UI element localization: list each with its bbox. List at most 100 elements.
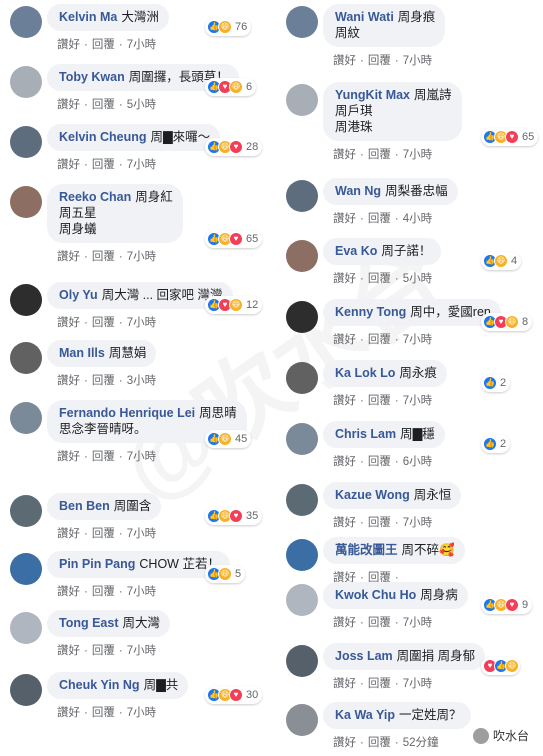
like-link[interactable]: 讚好 xyxy=(57,645,80,657)
commenter-name[interactable]: Chris Lam xyxy=(335,427,396,441)
reply-link[interactable]: 回覆 xyxy=(92,317,115,329)
reply-link[interactable]: 回覆 xyxy=(368,149,391,161)
comment-timestamp[interactable]: 7小時 xyxy=(127,586,156,598)
reply-link[interactable]: 回覆 xyxy=(368,456,391,468)
comment-timestamp[interactable]: 7小時 xyxy=(127,317,156,329)
like-link[interactable]: 讚好 xyxy=(333,273,356,285)
commenter-name[interactable]: Toby Kwan xyxy=(59,70,125,84)
commenter-name[interactable]: Kelvin Ma xyxy=(59,10,117,24)
avatar[interactable] xyxy=(286,539,318,571)
comment-timestamp[interactable]: 5小時 xyxy=(403,273,432,285)
reply-link[interactable]: 回覆 xyxy=(368,213,391,225)
comment-timestamp[interactable]: 7小時 xyxy=(127,39,156,51)
avatar[interactable] xyxy=(286,645,318,677)
avatar[interactable] xyxy=(286,301,318,333)
commenter-name[interactable]: Kazue Wong xyxy=(335,488,410,502)
reply-link[interactable]: 回覆 xyxy=(368,273,391,285)
avatar[interactable] xyxy=(10,126,42,158)
reply-link[interactable]: 回覆 xyxy=(92,375,115,387)
like-link[interactable]: 讚好 xyxy=(333,395,356,407)
comment-timestamp[interactable]: 7小時 xyxy=(403,617,432,629)
reaction-summary[interactable]: 👍 😆 ♥ 35 xyxy=(205,507,263,525)
like-link[interactable]: 讚好 xyxy=(333,737,356,749)
like-link[interactable]: 讚好 xyxy=(57,317,80,329)
commenter-name[interactable]: Oly Yu xyxy=(59,288,98,302)
reply-link[interactable]: 回覆 xyxy=(368,334,391,346)
like-link[interactable]: 讚好 xyxy=(57,707,80,719)
comment-timestamp[interactable]: 7小時 xyxy=(403,395,432,407)
reply-link[interactable]: 回覆 xyxy=(92,99,115,111)
like-link[interactable]: 讚好 xyxy=(57,451,80,463)
commenter-name[interactable]: 萬能改圖王 xyxy=(335,543,398,557)
commenter-name[interactable]: Fernando Henrique Lei xyxy=(59,406,195,420)
like-link[interactable]: 讚好 xyxy=(333,334,356,346)
comment-timestamp[interactable]: 52分鐘 xyxy=(403,737,439,749)
commenter-name[interactable]: Joss Lam xyxy=(335,649,393,663)
avatar[interactable] xyxy=(10,186,42,218)
comment-timestamp[interactable]: 7小時 xyxy=(127,251,156,263)
reaction-summary[interactable]: 👍 😆 ♥ 28 xyxy=(205,138,263,156)
commenter-name[interactable]: Ka Wa Yip xyxy=(335,708,395,722)
reaction-summary[interactable]: 👍 😆 5 xyxy=(205,565,246,583)
like-link[interactable]: 讚好 xyxy=(333,149,356,161)
comment-timestamp[interactable]: 6小時 xyxy=(403,456,432,468)
commenter-name[interactable]: Cheuk Yin Ng xyxy=(59,678,140,692)
comment-timestamp[interactable]: 7小時 xyxy=(403,334,432,346)
like-link[interactable]: 讚好 xyxy=(57,528,80,540)
reply-link[interactable]: 回覆 xyxy=(92,451,115,463)
avatar[interactable] xyxy=(286,484,318,516)
like-link[interactable]: 讚好 xyxy=(333,517,356,529)
reply-link[interactable]: 回覆 xyxy=(92,645,115,657)
avatar[interactable] xyxy=(10,495,42,527)
commenter-name[interactable]: Pin Pin Pang xyxy=(59,557,135,571)
reply-link[interactable]: 回覆 xyxy=(368,395,391,407)
avatar[interactable] xyxy=(286,704,318,736)
reaction-summary[interactable]: 👍 2 xyxy=(481,435,511,453)
comment-timestamp[interactable]: 7小時 xyxy=(403,55,432,67)
avatar[interactable] xyxy=(286,6,318,38)
reply-link[interactable]: 回覆 xyxy=(92,39,115,51)
comment-timestamp[interactable]: 7小時 xyxy=(127,528,156,540)
reply-link[interactable]: 回覆 xyxy=(92,251,115,263)
reply-link[interactable]: 回覆 xyxy=(368,617,391,629)
reply-link[interactable]: 回覆 xyxy=(368,678,391,690)
avatar[interactable] xyxy=(286,362,318,394)
like-link[interactable]: 讚好 xyxy=(57,586,80,598)
comment-timestamp[interactable]: 4小時 xyxy=(403,213,432,225)
commenter-name[interactable]: Kwok Chu Ho xyxy=(335,588,416,602)
avatar[interactable] xyxy=(286,584,318,616)
comment-timestamp[interactable]: 7小時 xyxy=(403,678,432,690)
like-link[interactable]: 讚好 xyxy=(57,159,80,171)
reaction-summary[interactable]: 👍 😆 ♥ 30 xyxy=(205,686,263,704)
commenter-name[interactable]: Kenny Tong xyxy=(335,305,406,319)
reaction-summary[interactable]: 👍 ♥ 😆 8 xyxy=(481,313,533,331)
reaction-summary[interactable]: 👍 😆 ♥ 9 xyxy=(481,596,533,614)
comment-timestamp[interactable]: 7小時 xyxy=(403,517,432,529)
reaction-summary[interactable]: 👍 😆 ♥ 65 xyxy=(481,128,539,146)
commenter-name[interactable]: Ka Lok Lo xyxy=(335,366,395,380)
commenter-name[interactable]: Ben Ben xyxy=(59,499,110,513)
reaction-summary[interactable]: 👍 ♥ 😆 6 xyxy=(205,78,257,96)
commenter-name[interactable]: Wani Wati xyxy=(335,10,394,24)
reply-link[interactable]: 回覆 xyxy=(92,528,115,540)
reaction-summary[interactable]: 👍 😆 ♥ 65 xyxy=(205,230,263,248)
reaction-summary[interactable]: 👍 😆 4 xyxy=(481,252,522,270)
commenter-name[interactable]: Kelvin Cheung xyxy=(59,130,147,144)
avatar[interactable] xyxy=(10,612,42,644)
comment-timestamp[interactable]: 7小時 xyxy=(127,451,156,463)
reply-link[interactable]: 回覆 xyxy=(368,517,391,529)
like-link[interactable]: 讚好 xyxy=(57,99,80,111)
avatar[interactable] xyxy=(10,553,42,585)
avatar[interactable] xyxy=(10,66,42,98)
avatar[interactable] xyxy=(10,284,42,316)
commenter-name[interactable]: YungKit Max xyxy=(335,88,410,102)
avatar[interactable] xyxy=(286,423,318,455)
reaction-summary[interactable]: 👍 😆 76 xyxy=(205,18,252,36)
comment-timestamp[interactable]: 7小時 xyxy=(127,645,156,657)
commenter-name[interactable]: Reeko Chan xyxy=(59,190,131,204)
comment-timestamp[interactable]: 7小時 xyxy=(127,159,156,171)
reaction-summary[interactable]: ♥ 👍 😆 xyxy=(481,657,520,675)
like-link[interactable]: 讚好 xyxy=(57,251,80,263)
comment-timestamp[interactable]: 5小時 xyxy=(127,99,156,111)
avatar[interactable] xyxy=(10,342,42,374)
